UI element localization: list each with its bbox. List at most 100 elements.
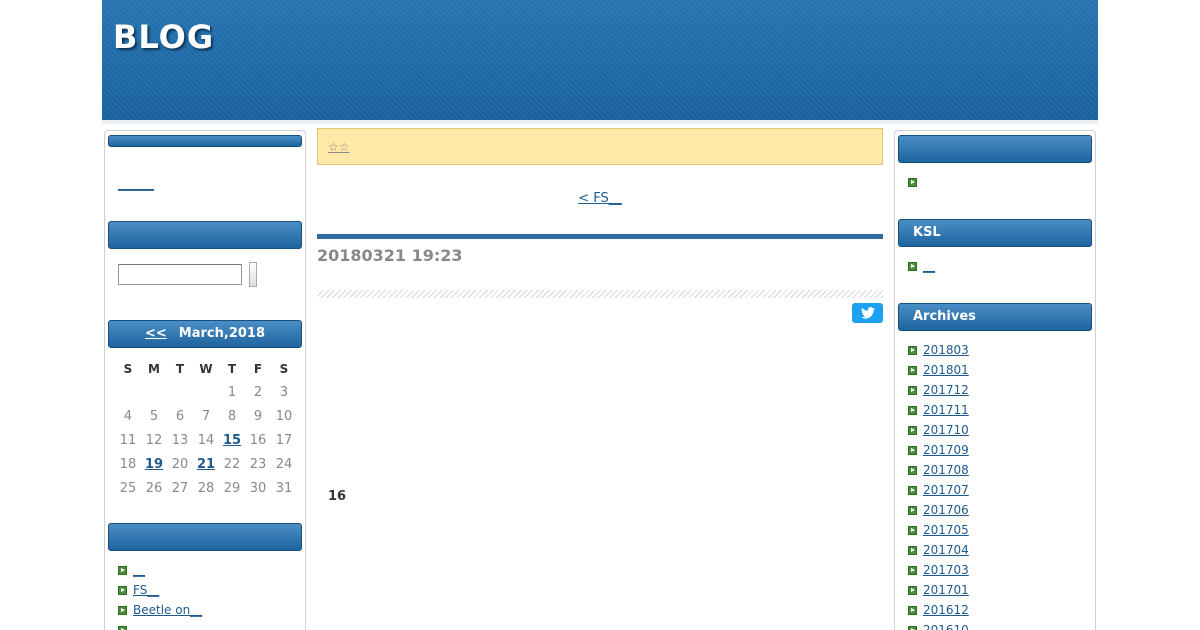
calendar-day: 24 (275, 456, 293, 472)
archive-item: 201704 (908, 543, 969, 557)
archive-link[interactable]: 201705 (923, 523, 969, 537)
recent-entry-item: __ (118, 563, 145, 577)
calendar-table: SMTWTFS 1 2 3 4 5 6 7 8 9 10 11 12 13 14 15 16 17 18 19 20 2… (115, 358, 297, 500)
calendar-day: 31 (275, 480, 293, 496)
calendar-day (115, 380, 141, 404)
calendar-day: 20 (171, 456, 189, 472)
bullet-arrow-icon (908, 406, 917, 415)
calendar-day: 4 (123, 408, 133, 424)
bullet-arrow-icon (908, 546, 917, 555)
archive-item: 201711 (908, 403, 969, 417)
archive-link[interactable]: 201703 (923, 563, 969, 577)
archives-box-title: Archives (898, 303, 1092, 331)
site-header: BLOG (102, 0, 1098, 120)
archive-link[interactable]: 201704 (923, 543, 969, 557)
calendar-day: 26 (145, 480, 163, 496)
calendar-day: 3 (279, 384, 289, 400)
bullet-arrow-icon (908, 466, 917, 475)
ksl-box-title: KSL (898, 219, 1092, 247)
recent-entry-link[interactable]: FS__ (133, 583, 159, 597)
recent-entry-item (118, 623, 133, 630)
recent-box-title (108, 523, 302, 551)
archive-link[interactable]: 201711 (923, 403, 969, 417)
archive-item: 201710 (908, 423, 969, 437)
archive-link[interactable]: 201612 (923, 603, 969, 617)
calendar-header: << March,2018 (108, 320, 302, 348)
calendar-day: 8 (227, 408, 237, 424)
archive-item: 201801 (908, 363, 969, 377)
bullet-arrow-icon (908, 446, 917, 455)
calendar-day (193, 380, 219, 404)
calendar-day-link[interactable]: 21 (197, 457, 215, 472)
archive-link[interactable]: 201708 (923, 463, 969, 477)
right-box1-title (898, 135, 1092, 163)
right-box1-item (908, 175, 923, 189)
search-button[interactable] (249, 262, 257, 287)
calendar-day: 6 (175, 408, 185, 424)
archive-item: 201701 (908, 583, 969, 597)
archive-link[interactable]: 201801 (923, 363, 969, 377)
calendar-weekday: S (123, 362, 133, 376)
calendar-day: 22 (223, 456, 241, 472)
archive-link[interactable]: 201701 (923, 583, 969, 597)
archive-link[interactable]: 201610 (923, 623, 969, 630)
calendar-weekday: T (227, 362, 237, 376)
archive-item: 201803 (908, 343, 969, 357)
notice-link[interactable]: ☆☆ (328, 140, 350, 154)
recent-entry-item: Beetle on__ (118, 603, 202, 617)
archive-link[interactable]: 201710 (923, 423, 969, 437)
archive-item: 201708 (908, 463, 969, 477)
entry-date: 20180321 19:23 (317, 246, 463, 265)
entry-divider (317, 234, 883, 239)
site-title[interactable]: BLOG (113, 18, 214, 56)
ksl-link[interactable]: __ (923, 259, 935, 273)
bullet-arrow-icon (908, 586, 917, 595)
profile-link[interactable]: ______ (118, 177, 154, 191)
calendar-day (141, 380, 167, 404)
search-input[interactable] (118, 264, 242, 285)
bullet-arrow-icon (908, 386, 917, 395)
bullet-arrow-icon (908, 366, 917, 375)
notice-bar: ☆☆ (317, 128, 883, 165)
profile-link-item: ______ (118, 177, 154, 191)
main-content: ☆☆ < FS__ 20180321 19:23 16 (317, 128, 883, 630)
calendar-day: 11 (119, 432, 137, 448)
bullet-arrow-icon (908, 506, 917, 515)
right-sidebar: KSL __ Archives 201803 201801 201712 201711… (894, 130, 1096, 630)
archive-item: 201707 (908, 483, 969, 497)
recent-entry-link[interactable]: Beetle on__ (133, 603, 202, 617)
bullet-arrow-icon (118, 626, 127, 630)
calendar-day: 9 (253, 408, 263, 424)
calendar-day: 13 (171, 432, 189, 448)
bullet-arrow-icon (118, 566, 127, 575)
calendar-day: 1 (227, 384, 237, 400)
archive-item: 201709 (908, 443, 969, 457)
archive-link[interactable]: 201712 (923, 383, 969, 397)
recent-entry-link[interactable]: __ (133, 563, 145, 577)
bullet-arrow-icon (908, 262, 917, 271)
bullet-arrow-icon (908, 346, 917, 355)
calendar-month: March,2018 (178, 326, 265, 341)
hatch-divider (317, 290, 883, 298)
bullet-arrow-icon (908, 626, 917, 630)
calendar-day: 23 (249, 456, 267, 472)
archive-link[interactable]: 201803 (923, 343, 969, 357)
calendar-day-link[interactable]: 19 (145, 457, 163, 472)
calendar-day: 28 (197, 480, 215, 496)
entry-nav: < FS__ (317, 191, 883, 206)
calendar-day (167, 380, 193, 404)
archive-item: 201705 (908, 523, 969, 537)
archive-link[interactable]: 201707 (923, 483, 969, 497)
archive-link[interactable]: 201709 (923, 443, 969, 457)
calendar-day-link[interactable]: 15 (223, 433, 241, 448)
calendar-day: 25 (119, 480, 137, 496)
prev-entry-link[interactable]: < FS__ (578, 191, 622, 206)
calendar-prev-link[interactable]: << (145, 326, 167, 341)
calendar-day: 2 (253, 384, 263, 400)
archive-item: 201712 (908, 383, 969, 397)
calendar-weekday: S (279, 362, 289, 376)
archive-link[interactable]: 201706 (923, 503, 969, 517)
calendar-day: 16 (249, 432, 267, 448)
tweet-button[interactable] (852, 303, 883, 323)
calendar-weekday: T (175, 362, 185, 376)
